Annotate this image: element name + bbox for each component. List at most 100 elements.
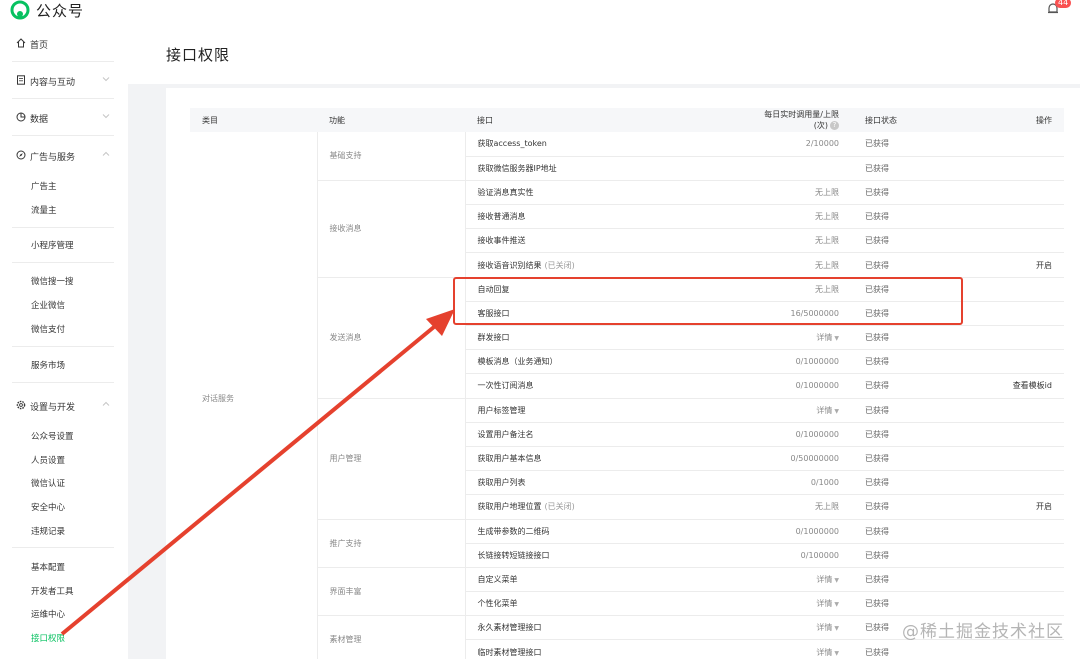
api-name: 获取微信服务器IP地址 bbox=[477, 163, 557, 173]
watermark: @稀土掘金技术社区 bbox=[902, 622, 1064, 642]
sidebar-subitem-ops-center[interactable]: 运维中心 bbox=[31, 608, 65, 620]
sidebar-label: 设置与开发 bbox=[30, 403, 76, 413]
usage-cell[interactable]: 详情 ▼ bbox=[741, 398, 853, 423]
api-name: 一次性订阅消息 bbox=[477, 381, 534, 391]
action-cell bbox=[973, 277, 1064, 302]
usage-cell[interactable]: 详情 ▼ bbox=[741, 591, 853, 617]
action-cell bbox=[973, 156, 1064, 181]
caret-down-icon: ▼ bbox=[834, 576, 839, 584]
sidebar-subitem-advertiser[interactable]: 广告主 bbox=[31, 180, 57, 192]
compass-icon bbox=[16, 150, 26, 160]
sidebar-subitem-account-settings[interactable]: 公众号设置 bbox=[31, 430, 74, 442]
wechat-logo-icon bbox=[10, 0, 30, 20]
api-name: 永久素材管理接口 bbox=[477, 623, 542, 633]
main-content: 接口权限 类目 功能 接口 每日实时调用量/上限(次)? 接口状态 操作 对话服… bbox=[128, 24, 1080, 659]
api-name: 接收普通消息 bbox=[477, 212, 526, 222]
status-cell: 已获得 bbox=[853, 591, 973, 617]
usage-cell[interactable]: 详情 ▼ bbox=[741, 615, 853, 641]
sidebar-subitem-publisher[interactable]: 流量主 bbox=[31, 204, 57, 216]
sidebar-subitem-basic-config[interactable]: 基本配置 bbox=[31, 561, 65, 573]
divider bbox=[12, 382, 114, 383]
action-cell bbox=[973, 349, 1064, 375]
api-cell: 群发接口 bbox=[465, 325, 741, 351]
api-cell: 获取用户基本信息 bbox=[465, 446, 741, 472]
sidebar-subitem-work-wechat[interactable]: 企业微信 bbox=[31, 299, 65, 311]
sidebar-label: 数据 bbox=[30, 115, 49, 125]
sidebar-subitem-miniprogram[interactable]: 小程序管理 bbox=[31, 239, 74, 251]
column-header-status: 接口状态 bbox=[853, 108, 973, 132]
action-link[interactable]: 开启 bbox=[973, 494, 1064, 520]
api-name: 获取用户基本信息 bbox=[477, 454, 542, 464]
usage-cell: 0/1000000 bbox=[741, 422, 853, 447]
api-name: 长链接转短链接接口 bbox=[477, 550, 550, 560]
usage-cell[interactable]: 详情 ▼ bbox=[741, 639, 853, 659]
usage-cell[interactable]: 详情 ▼ bbox=[741, 325, 853, 351]
usage-cell: 0/50000000 bbox=[741, 446, 853, 472]
chevron-down-icon bbox=[102, 114, 110, 119]
caret-down-icon: ▼ bbox=[834, 601, 839, 609]
details-link[interactable]: 详情 bbox=[816, 333, 832, 342]
status-cell: 已获得 bbox=[853, 543, 973, 568]
usage-value: 无上限 bbox=[815, 260, 839, 270]
api-cell: 一次性订阅消息 bbox=[465, 373, 741, 399]
sidebar-subitem-api-permissions[interactable]: 接口权限 bbox=[31, 632, 65, 644]
action-cell bbox=[973, 543, 1064, 568]
details-link[interactable]: 详情 bbox=[816, 575, 832, 584]
sidebar-subitem-security-center[interactable]: 安全中心 bbox=[31, 501, 65, 513]
sidebar-subitem-verification[interactable]: 微信认证 bbox=[31, 477, 65, 489]
status-cell: 已获得 bbox=[853, 373, 973, 399]
action-cell bbox=[973, 132, 1064, 157]
document-icon bbox=[17, 75, 25, 85]
action-link[interactable]: 查看模板id bbox=[973, 373, 1064, 399]
sidebar-subitem-service-market[interactable]: 服务市场 bbox=[31, 359, 65, 371]
sidebar-subitem-violations[interactable]: 违规记录 bbox=[31, 525, 65, 537]
divider bbox=[12, 227, 114, 228]
usage-cell: 无上限 bbox=[741, 204, 853, 230]
api-cell: 获取微信服务器IP地址 bbox=[465, 156, 741, 181]
action-cell bbox=[973, 398, 1064, 423]
usage-cell bbox=[741, 156, 853, 181]
sidebar-subitem-search[interactable]: 微信搜一搜 bbox=[31, 275, 74, 287]
api-cell: 验证消息真实性 bbox=[465, 180, 741, 206]
action-link[interactable]: 开启 bbox=[973, 252, 1064, 278]
help-icon[interactable]: ? bbox=[830, 121, 839, 130]
usage-value: 0/1000000 bbox=[795, 429, 839, 439]
details-link[interactable]: 详情 bbox=[816, 599, 832, 608]
status-cell: 已获得 bbox=[853, 156, 973, 181]
action-cell bbox=[973, 567, 1064, 593]
sidebar-subitem-staff-settings[interactable]: 人员设置 bbox=[31, 454, 65, 466]
pie-chart-icon bbox=[16, 112, 26, 122]
sidebar-subitem-developer-tools[interactable]: 开发者工具 bbox=[31, 585, 74, 597]
brand-title: 公众号 bbox=[36, 2, 85, 20]
details-link[interactable]: 详情 bbox=[816, 406, 832, 415]
status-cell: 已获得 bbox=[853, 422, 973, 447]
api-name: 用户标签管理 bbox=[477, 405, 526, 415]
usage-cell: 无上限 bbox=[741, 252, 853, 278]
caret-down-icon: ▼ bbox=[834, 649, 839, 657]
chevron-down-icon bbox=[102, 77, 110, 82]
api-name: 获取用户列表 bbox=[477, 478, 526, 488]
api-name: 接收事件推送 bbox=[477, 236, 526, 246]
table-row: 界面丰富 自定义菜单 详情 ▼ 已获得 bbox=[190, 567, 1064, 617]
api-cell: 临时素材管理接口 bbox=[465, 639, 741, 659]
table-row: 发送消息 自动回复 无上限 已获得 bbox=[190, 277, 1064, 399]
details-link[interactable]: 详情 bbox=[816, 648, 832, 657]
status-cell: 已获得 bbox=[853, 349, 973, 375]
usage-value: 无上限 bbox=[815, 236, 839, 246]
details-link[interactable]: 详情 bbox=[816, 623, 832, 632]
sidebar-label: 内容与互动 bbox=[30, 78, 76, 88]
status-cell: 已获得 bbox=[853, 470, 973, 496]
usage-cell: 16/5000000 bbox=[741, 301, 853, 327]
function-cell: 发送消息 bbox=[317, 277, 466, 399]
sidebar-subitem-wechat-pay[interactable]: 微信支付 bbox=[31, 323, 65, 335]
api-name: 验证消息真实性 bbox=[477, 187, 534, 197]
usage-value: 0/1000000 bbox=[795, 357, 839, 367]
api-name: 自定义菜单 bbox=[477, 574, 518, 584]
usage-cell: 0/100000 bbox=[741, 543, 853, 568]
api-cell: 客服接口 bbox=[465, 301, 741, 327]
usage-header-label: 每日实时调用量/上限(次) bbox=[764, 110, 839, 130]
chevron-up-icon bbox=[102, 401, 110, 406]
api-name: 客服接口 bbox=[477, 308, 510, 318]
usage-value: 无上限 bbox=[815, 284, 839, 294]
usage-cell[interactable]: 详情 ▼ bbox=[741, 567, 853, 593]
